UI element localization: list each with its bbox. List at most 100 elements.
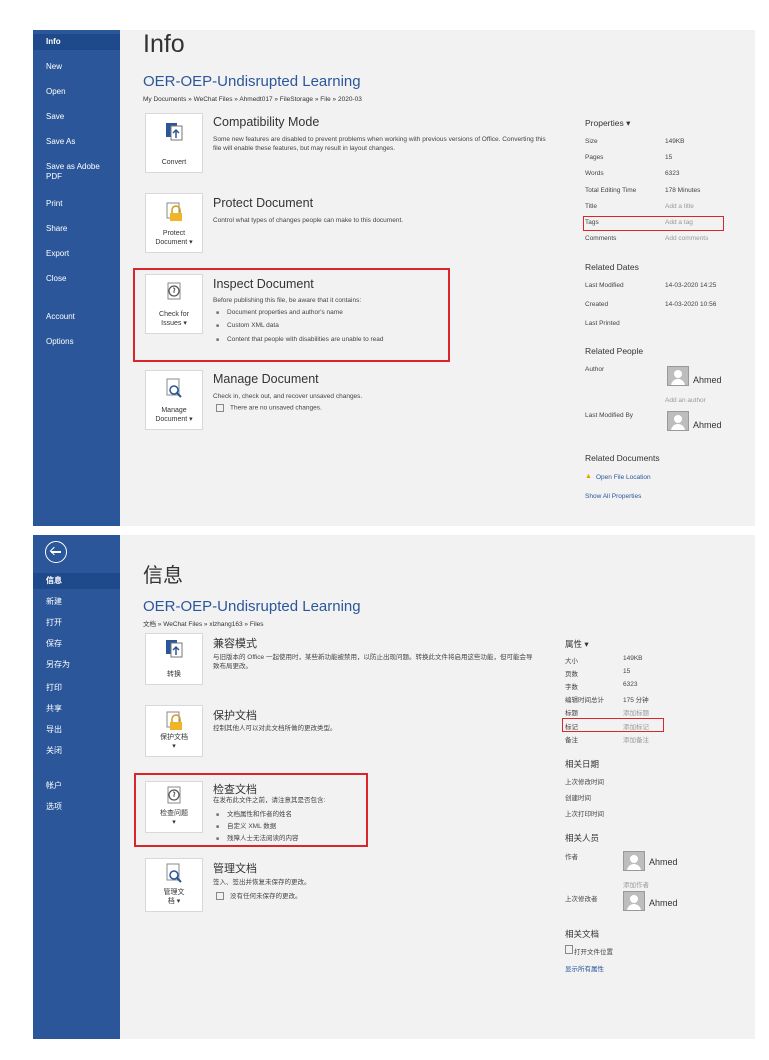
manage-icon: [166, 378, 182, 398]
highlight-inspect-box: [133, 268, 450, 362]
document-path[interactable]: My Documents » WeChat Files » Ahmedt017 …: [143, 96, 362, 103]
sidebar-item-save[interactable]: 保存: [46, 639, 116, 649]
title-field[interactable]: Add a title: [665, 203, 694, 210]
prop-value: 178 Minutes: [665, 187, 701, 194]
sidebar-item-close[interactable]: Close: [46, 274, 116, 284]
sidebar-item-save[interactable]: Save: [46, 112, 116, 122]
info-panel-english: Info New Open Save Save As Save as Adobe…: [33, 30, 755, 526]
protect-document-button[interactable]: 保护文档 ▾: [145, 705, 203, 757]
sidebar-item-share[interactable]: Share: [46, 224, 116, 234]
convert-label: 转换: [167, 671, 181, 678]
document-name: OER-OEP-Undisrupted Learning: [143, 598, 361, 615]
lock-icon: [166, 202, 182, 221]
manage-title: Manage Document: [213, 372, 319, 386]
sidebar-item-open[interactable]: Open: [46, 87, 116, 97]
compatibility-desc: Some new features are disabled to preven…: [213, 136, 546, 152]
sidebar-item-save-as-pdf[interactable]: Save as Adobe PDF: [46, 162, 116, 182]
sidebar-item-info[interactable]: Info: [46, 37, 116, 47]
page-title: Info: [143, 30, 185, 58]
show-all-properties-link[interactable]: Show All Properties: [585, 493, 641, 500]
convert-label: Convert: [161, 159, 187, 166]
sidebar-item-print[interactable]: 打印: [46, 683, 116, 693]
prop-key: Title: [585, 203, 598, 210]
author-name[interactable]: Ahmed: [693, 375, 722, 385]
convert-button[interactable]: 转换: [145, 633, 203, 685]
back-arrow-icon[interactable]: [45, 541, 67, 563]
sidebar-item-open[interactable]: 打开: [46, 618, 116, 628]
properties-dropdown[interactable]: 属性 ▾: [565, 638, 589, 650]
prop-key: Comments: [585, 235, 617, 242]
manage-icon: [166, 863, 182, 883]
related-dates-heading: 相关日期: [565, 759, 600, 769]
folder-icon: [565, 945, 573, 954]
prop-value: 15: [665, 154, 673, 161]
author-key: Author: [585, 366, 605, 373]
prop-key: 大小: [565, 658, 578, 665]
prop-value: 149KB: [665, 138, 685, 145]
show-all-properties-link[interactable]: 显示所有属性: [565, 963, 604, 973]
manage-document-button[interactable]: Manage Document ▾: [145, 370, 203, 430]
author-name[interactable]: Ahmed: [649, 857, 678, 867]
last-modified-name[interactable]: Ahmed: [649, 898, 678, 908]
sidebar-item-share[interactable]: 共享: [46, 704, 116, 714]
prop-key: Total Editing Time: [585, 187, 637, 194]
manage-title: 管理文档: [213, 863, 257, 875]
add-author-field[interactable]: 添加作者: [623, 879, 649, 889]
manage-label: 管理文 档 ▾: [163, 889, 185, 905]
last-modified-avatar: [667, 411, 689, 431]
date-value: 14-03-2020 10:56: [665, 301, 717, 308]
prop-value: 15: [623, 668, 631, 675]
sidebar-item-info[interactable]: 信息: [46, 576, 116, 586]
protect-desc: Control what types of changes people can…: [213, 217, 404, 224]
protect-label: 保护文档 ▾: [160, 734, 188, 750]
protect-document-button[interactable]: Protect Document ▾: [145, 193, 203, 253]
date-key: Created: [585, 301, 609, 308]
convert-icon: [166, 640, 183, 658]
sidebar-item-print[interactable]: Print: [46, 199, 116, 209]
manage-item: There are no unsaved changes.: [216, 404, 322, 412]
date-key: Last Modified: [585, 282, 624, 289]
last-modified-name[interactable]: Ahmed: [693, 420, 722, 430]
sidebar-item-close[interactable]: 关闭: [46, 746, 116, 756]
sidebar-item-export[interactable]: Export: [46, 249, 116, 259]
sidebar-item-account[interactable]: Account: [46, 312, 116, 322]
prop-value: 175 分钟: [623, 697, 649, 704]
properties-dropdown[interactable]: Properties ▾: [585, 118, 630, 129]
protect-label: Protect Document ▾: [155, 230, 193, 246]
open-file-location-link[interactable]: Open File Location: [596, 474, 651, 481]
sidebar-item-save-as[interactable]: 另存为: [46, 660, 116, 670]
sidebar-item-account[interactable]: 帐户: [46, 781, 116, 791]
manage-document-button[interactable]: 管理文 档 ▾: [145, 858, 203, 912]
date-key: 上次打印时间: [565, 811, 604, 818]
manage-item: 没有任何未保存的更改。: [216, 890, 302, 900]
sidebar-item-new[interactable]: New: [46, 62, 116, 72]
convert-button[interactable]: Convert: [145, 113, 203, 173]
highlight-tags-box: [583, 216, 724, 231]
related-documents-heading: 相关文档: [565, 929, 600, 939]
prop-value: 6323: [623, 681, 638, 688]
manage-desc: Check in, check out, and recover unsaved…: [213, 393, 363, 400]
manage-label: Manage Document ▾: [155, 407, 193, 423]
date-key: 创建时间: [565, 795, 591, 802]
protect-title: 保护文档: [213, 710, 257, 722]
comments-field[interactable]: Add comments: [665, 235, 708, 242]
sidebar-item-export[interactable]: 导出: [46, 725, 116, 735]
sidebar-item-new[interactable]: 新建: [46, 597, 116, 607]
author-key: 作者: [565, 854, 578, 861]
document-path[interactable]: 文档 » WeChat Files » xlzhang163 » Files: [143, 618, 264, 628]
protect-title: Protect Document: [213, 196, 314, 210]
title-field[interactable]: 添加标题: [623, 707, 649, 717]
add-author-field[interactable]: Add an author: [665, 397, 706, 404]
sidebar-item-save-as[interactable]: Save As: [46, 137, 116, 147]
sidebar-item-options[interactable]: Options: [46, 337, 116, 347]
related-dates-heading: Related Dates: [585, 262, 639, 272]
sidebar-item-options[interactable]: 选项: [46, 802, 116, 812]
last-modified-avatar: [623, 891, 645, 911]
related-people-heading: Related People: [585, 346, 644, 356]
comments-field[interactable]: 添加备注: [623, 734, 649, 744]
prop-key: Size: [585, 138, 598, 145]
open-file-location-link[interactable]: 打开文件位置: [574, 946, 613, 956]
prop-key: Words: [585, 170, 604, 177]
highlight-tags-box: [562, 718, 664, 732]
lock-icon: [166, 711, 182, 730]
